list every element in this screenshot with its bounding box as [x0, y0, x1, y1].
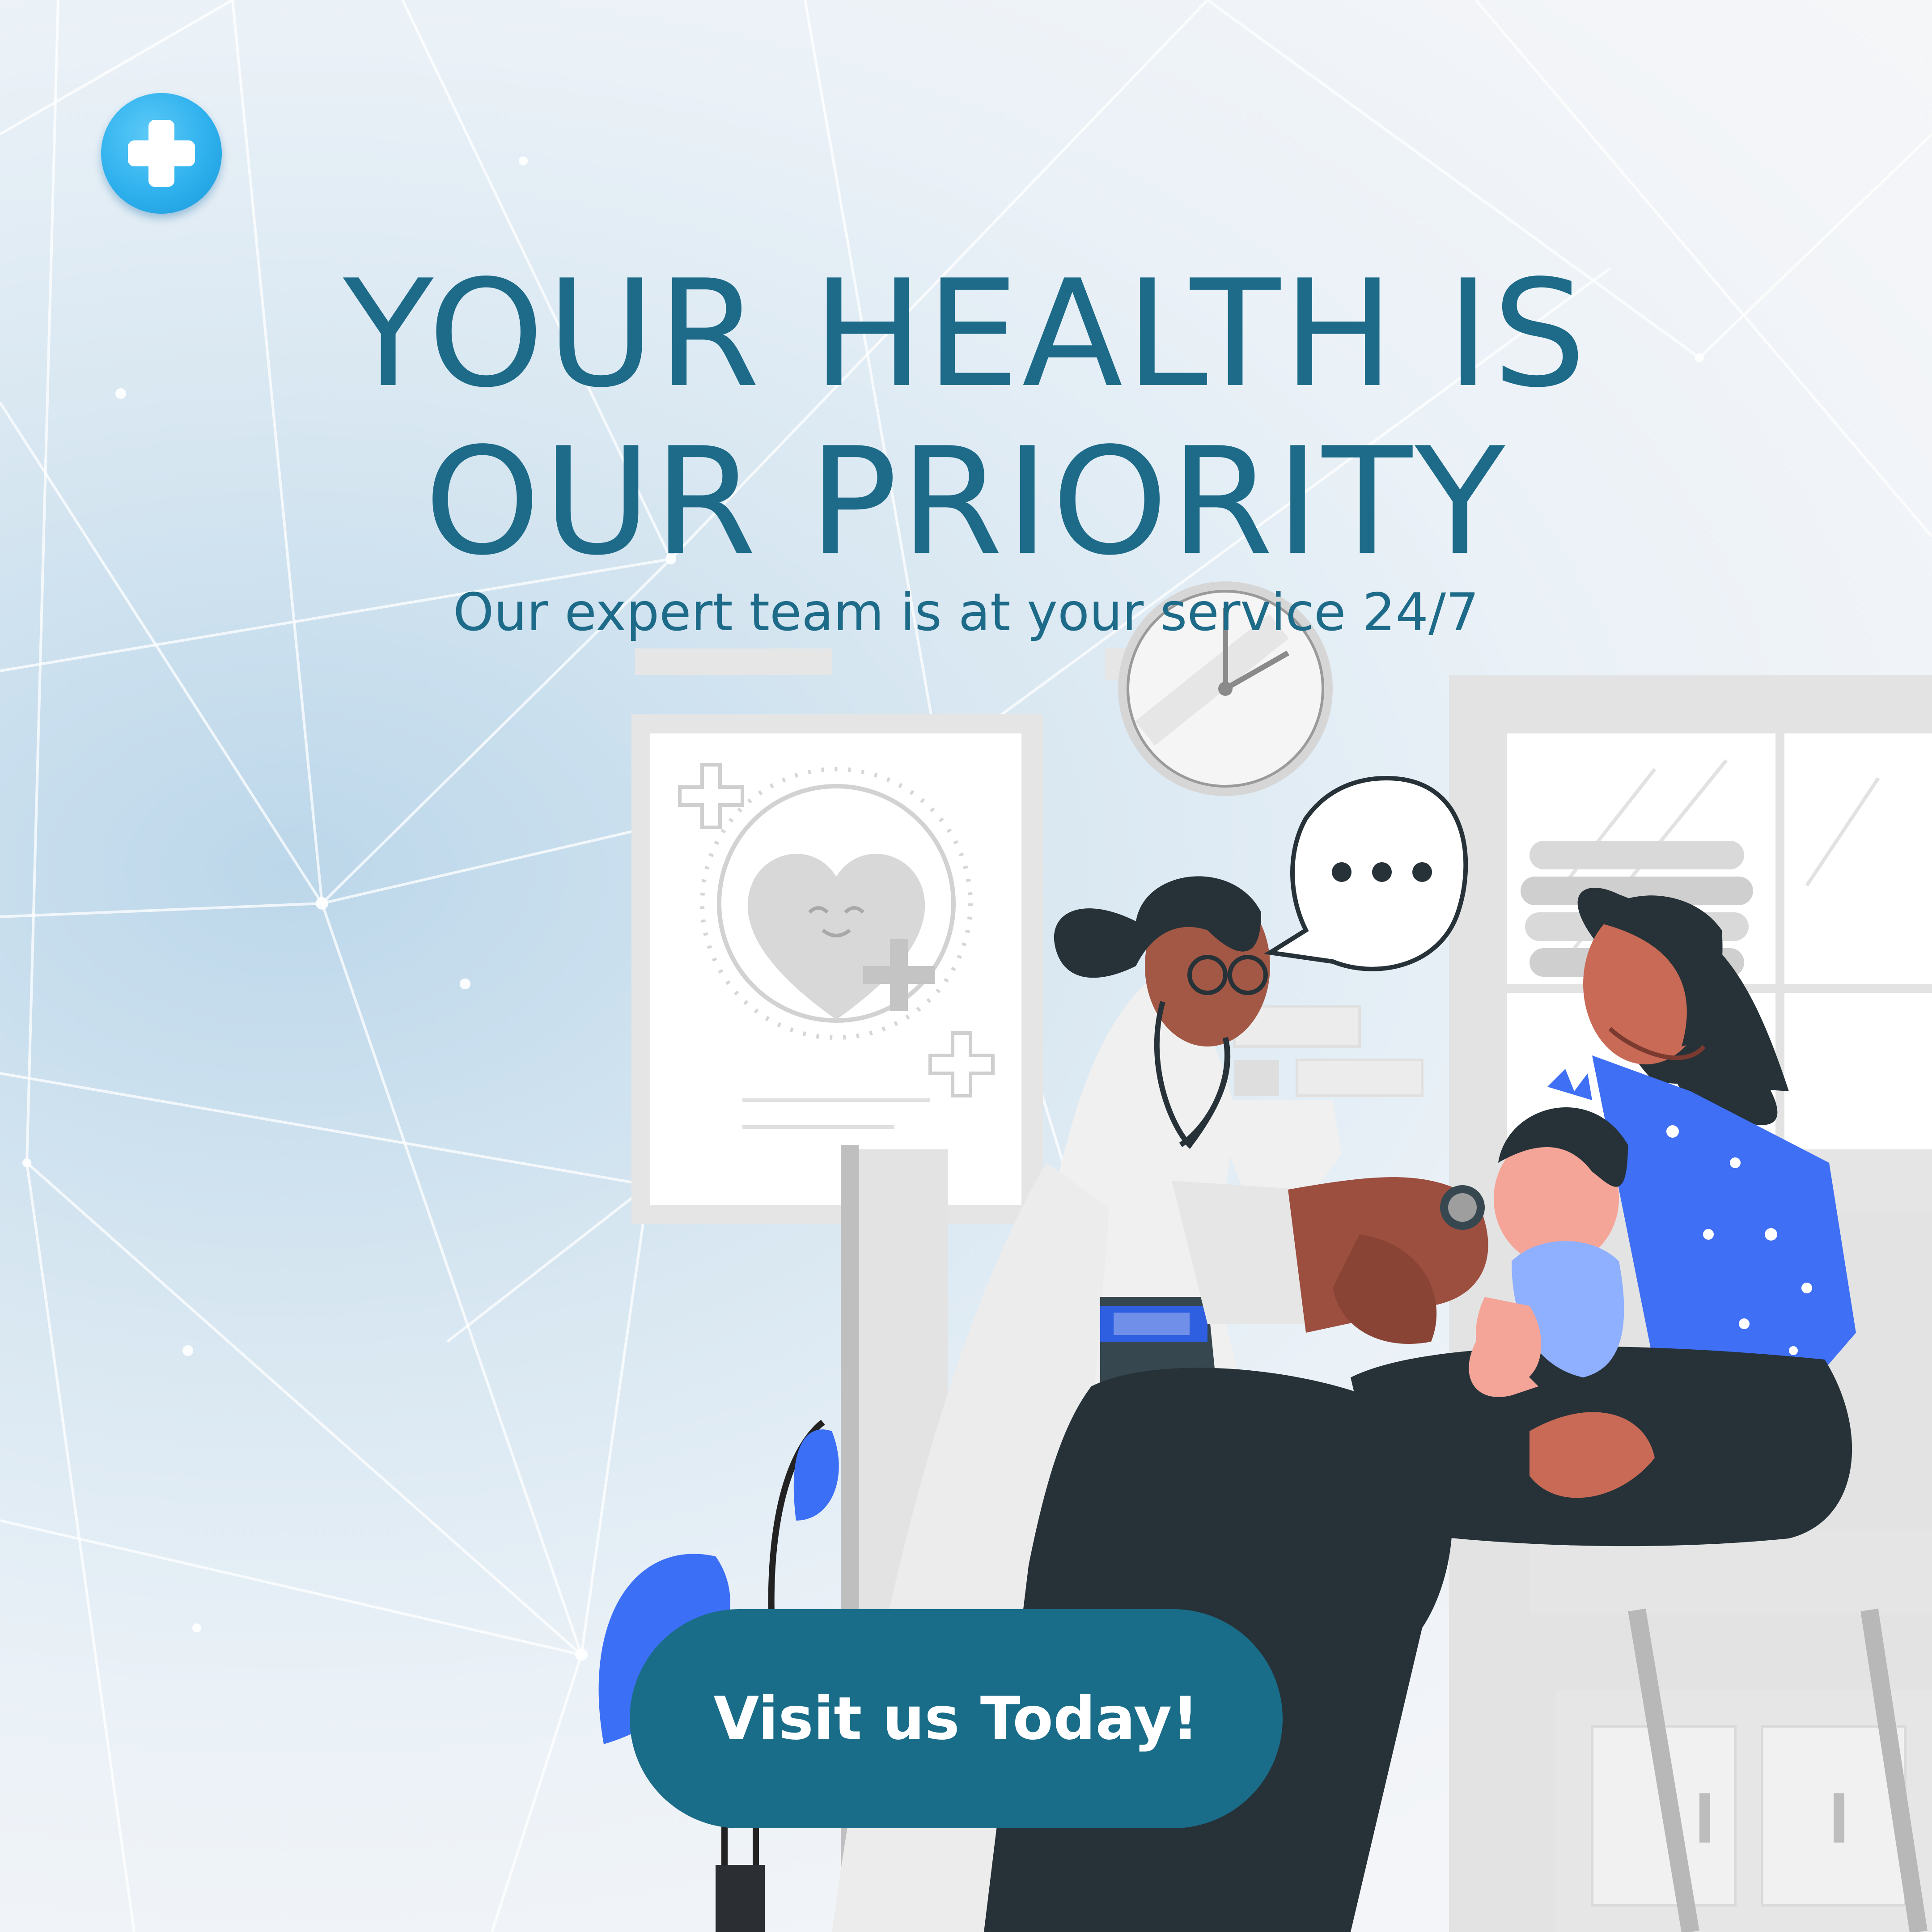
medical-plus-icon [101, 93, 222, 214]
headline-line-2: OUR PRIORITY [424, 416, 1508, 588]
page-title: YOUR HEALTH IS OUR PRIORITY [0, 250, 1932, 586]
speech-bubble-icon [1263, 775, 1468, 971]
subheadline: Our expert team is at your service 24/7 [453, 582, 1479, 643]
heart-poster-icon [631, 714, 1043, 1224]
promo-banner: YOUR HEALTH IS OUR PRIORITY Our expert t… [0, 0, 1932, 1932]
headline-line-1: YOUR HEALTH IS [343, 248, 1589, 420]
visit-us-button[interactable]: Visit us Today! [630, 1609, 1283, 1828]
